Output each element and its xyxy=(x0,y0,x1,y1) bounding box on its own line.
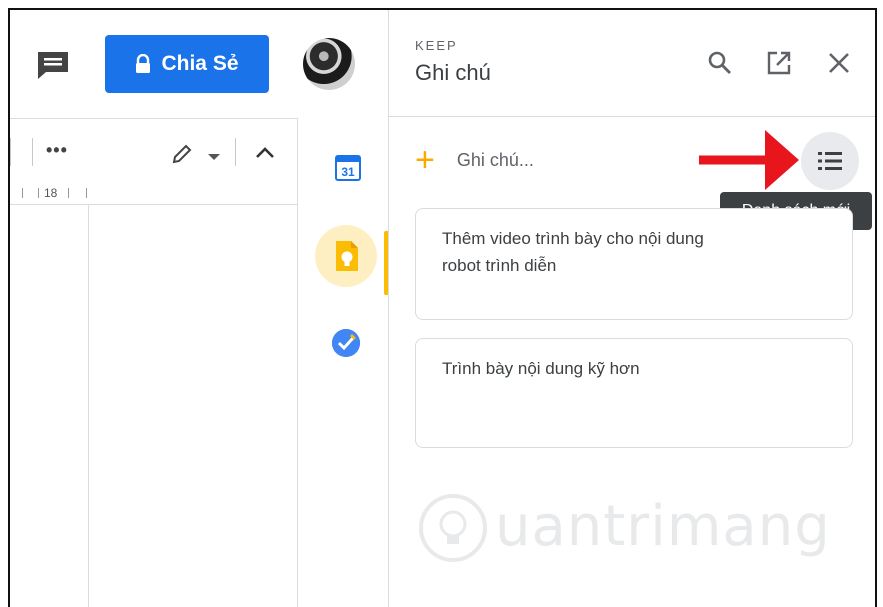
screen-frame: Chia Sẻ ••• 18 31 KEEP Ghi chú + Ghi chú… xyxy=(8,8,877,607)
share-label: Chia Sẻ xyxy=(161,52,239,75)
page-edge xyxy=(88,205,89,607)
pencil-icon[interactable] xyxy=(170,142,194,166)
docs-header: Chia Sẻ xyxy=(10,10,388,119)
plus-icon: + xyxy=(415,141,435,179)
lock-icon xyxy=(136,54,151,73)
note-text-line: Thêm video trình bày cho nội dung xyxy=(442,229,704,248)
watermark-logo-icon xyxy=(419,494,487,562)
keep-app-button[interactable] xyxy=(315,225,377,287)
doc-margin xyxy=(10,205,88,607)
take-note-input[interactable]: + Ghi chú... xyxy=(415,140,534,180)
close-icon[interactable] xyxy=(826,50,852,76)
comment-icon[interactable] xyxy=(36,50,70,80)
keep-panel: KEEP Ghi chú + Ghi chú... Thêm video trì… xyxy=(388,10,875,607)
keep-app-label: KEEP xyxy=(415,38,458,53)
toolbar-divider xyxy=(32,138,33,166)
docs-toolbar: ••• xyxy=(10,118,297,183)
tasks-icon[interactable] xyxy=(331,328,361,358)
note-text-line: Trình bày nội dung kỹ hơn xyxy=(442,359,640,378)
keep-header: KEEP Ghi chú xyxy=(389,10,875,117)
more-options-button[interactable]: ••• xyxy=(46,140,68,161)
calendar-icon[interactable]: 31 xyxy=(335,153,361,181)
list-icon xyxy=(818,152,842,170)
side-panel-strip: 31 xyxy=(297,118,389,607)
watermark: uantrimang xyxy=(417,488,830,568)
open-in-new-icon[interactable] xyxy=(766,50,792,76)
ruler-tick xyxy=(22,188,23,198)
ruler-number: 18 xyxy=(44,186,58,200)
ruler-tick xyxy=(86,188,87,198)
share-button[interactable]: Chia Sẻ xyxy=(105,35,269,93)
keep-title: Ghi chú xyxy=(415,60,491,85)
ruler: 18 xyxy=(10,182,297,205)
keep-icon xyxy=(336,241,358,271)
chevron-up-icon[interactable] xyxy=(254,144,276,160)
calendar-day: 31 xyxy=(341,165,355,179)
red-arrow xyxy=(699,130,799,190)
toolbar-divider xyxy=(10,138,11,166)
caret-down-icon[interactable] xyxy=(208,154,220,160)
note-card[interactable]: Trình bày nội dung kỹ hơn xyxy=(415,338,853,448)
toolbar-divider xyxy=(235,138,236,166)
new-list-button[interactable] xyxy=(801,132,859,190)
note-text-line: robot trình diễn xyxy=(442,256,557,275)
watermark-text: uantrimang xyxy=(495,494,831,559)
ruler-tick xyxy=(68,188,69,198)
doc-page[interactable] xyxy=(88,205,298,607)
avatar[interactable] xyxy=(303,38,355,90)
note-card[interactable]: Thêm video trình bày cho nội dung robot … xyxy=(415,208,853,320)
search-icon[interactable] xyxy=(707,50,733,76)
take-note-placeholder: Ghi chú... xyxy=(456,149,534,170)
ruler-tick xyxy=(38,188,39,198)
